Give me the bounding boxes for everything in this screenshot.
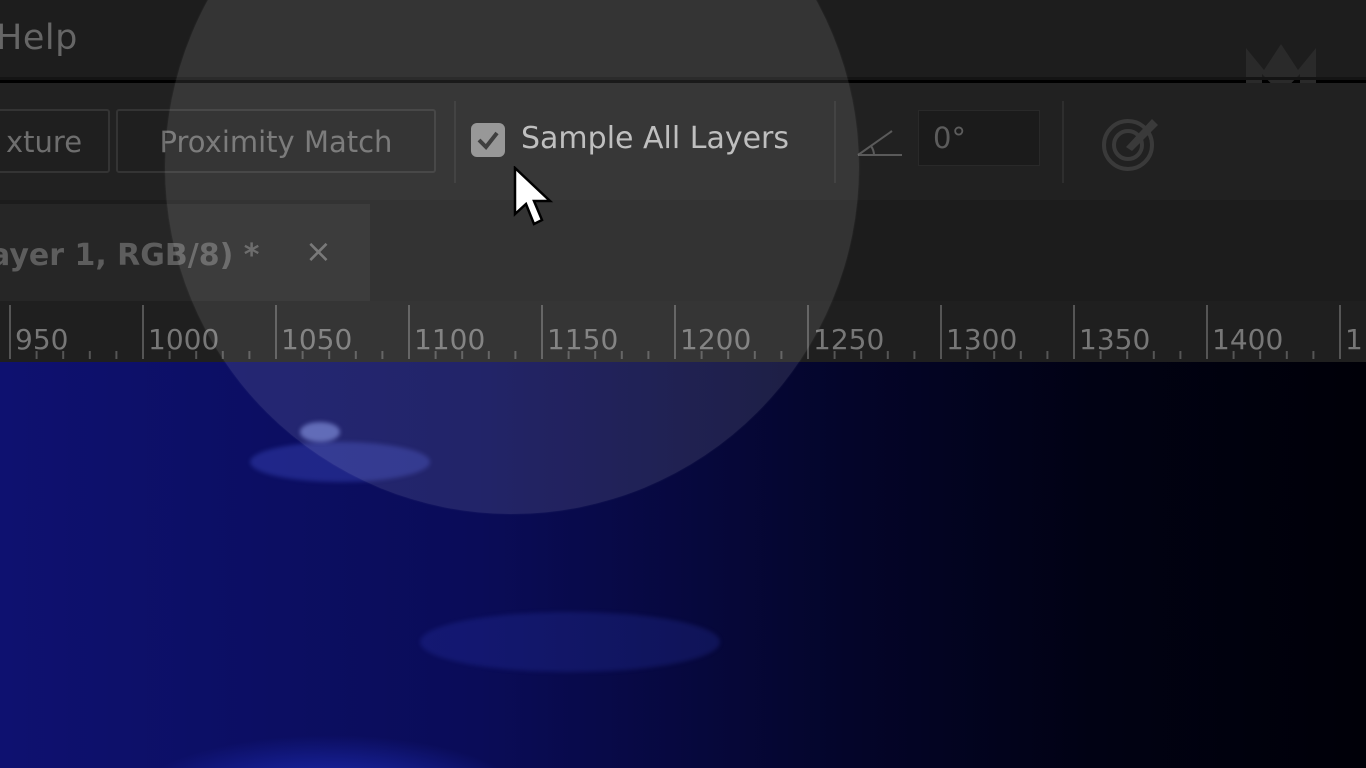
horizontal-ruler: 950 1000 1050 1100 1150 1200 1250 1300 1350 1400 1: [0, 301, 1366, 362]
checkmark-icon: [477, 131, 499, 151]
ruler-label: 1050: [281, 323, 352, 356]
sample-all-layers-checkbox[interactable]: [471, 123, 505, 157]
ruler-label: 1350: [1079, 323, 1150, 356]
ruler-label: 1300: [946, 323, 1017, 356]
menu-bar: Help: [0, 0, 1366, 96]
ruler-label: 1100: [414, 323, 485, 356]
pressure-icon[interactable]: [1100, 111, 1162, 173]
nebula-highlight: [250, 442, 430, 482]
ruler-label: 1400: [1212, 323, 1283, 356]
sample-all-layers-label[interactable]: Sample All Layers: [521, 121, 789, 156]
menu-help[interactable]: Help: [0, 18, 78, 58]
texture-button[interactable]: xture: [0, 109, 110, 173]
document-tab-title: ayer 1, RGB/8) *: [0, 238, 260, 273]
mouse-pointer-icon: [513, 166, 554, 226]
image-canvas[interactable]: [0, 362, 1366, 768]
nebula-highlight: [420, 612, 720, 672]
ruler-ticks: 950 1000 1050 1100 1150 1200 1250 1300 1350 1400 1: [9, 305, 1363, 359]
ruler-label: 1150: [547, 323, 618, 356]
ruler-label: 1200: [680, 323, 751, 356]
close-icon[interactable]: ×: [305, 232, 332, 270]
ruler-label: 1: [1345, 323, 1363, 356]
nebula-highlight: [300, 422, 340, 442]
angle-icon: [857, 130, 902, 156]
proximity-match-button[interactable]: Proximity Match: [116, 109, 436, 173]
separator: [454, 101, 456, 183]
ruler-label: 950: [15, 323, 68, 356]
ruler-label: 1000: [148, 323, 219, 356]
tool-options-bar: xture Proximity Match Sample All Layers …: [0, 83, 1366, 200]
ruler-label: 1250: [813, 323, 884, 356]
separator: [834, 101, 836, 183]
document-tab[interactable]: ayer 1, RGB/8) * ×: [0, 204, 370, 301]
separator: [1062, 101, 1064, 183]
document-tab-bar: ayer 1, RGB/8) * ×: [0, 200, 1366, 301]
angle-input[interactable]: 0°: [918, 110, 1040, 166]
